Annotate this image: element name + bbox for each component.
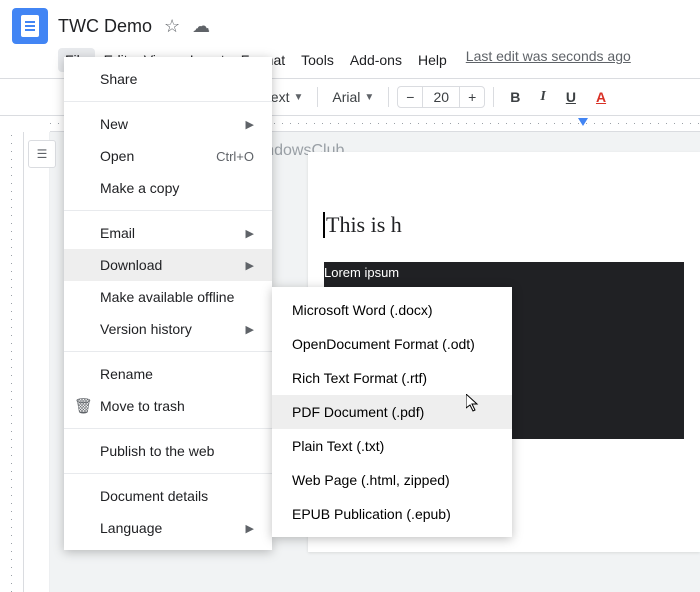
separator <box>317 87 318 107</box>
separator <box>64 473 272 474</box>
docs-logo[interactable] <box>12 8 48 44</box>
separator <box>64 101 272 102</box>
file-menu-dropdown: Share New▶ OpenCtrl+O Make a copy Email▶… <box>64 57 272 550</box>
menu-offline[interactable]: Make available offline <box>64 281 272 313</box>
font-size-increase[interactable]: + <box>460 87 484 107</box>
chevron-right-icon: ▶ <box>246 259 254 272</box>
chevron-right-icon: ▶ <box>246 227 254 240</box>
menu-document-details[interactable]: Document details <box>64 480 272 512</box>
font-size-decrease[interactable]: − <box>398 87 422 107</box>
chevron-down-icon: ▼ <box>293 92 303 103</box>
separator <box>388 87 389 107</box>
download-docx[interactable]: Microsoft Word (.docx) <box>272 293 512 327</box>
cloud-status-icon[interactable]: ☁ <box>192 16 210 37</box>
menu-email[interactable]: Email▶ <box>64 217 272 249</box>
shortcut-label: Ctrl+O <box>216 149 254 164</box>
menu-addons[interactable]: Add-ons <box>343 48 409 72</box>
menu-publish[interactable]: Publish to the web <box>64 435 272 467</box>
trash-icon: 🗑 <box>74 397 93 415</box>
download-odt[interactable]: OpenDocument Format (.odt) <box>272 327 512 361</box>
download-pdf[interactable]: PDF Document (.pdf) <box>272 395 512 429</box>
menu-rename[interactable]: Rename <box>64 358 272 390</box>
menu-open[interactable]: OpenCtrl+O <box>64 140 272 172</box>
separator <box>64 210 272 211</box>
vertical-ruler[interactable] <box>0 132 24 592</box>
download-html[interactable]: Web Page (.html, zipped) <box>272 463 512 497</box>
font-selector[interactable]: Arial ▼ <box>326 85 380 109</box>
indent-marker-icon[interactable] <box>578 118 588 128</box>
download-epub[interactable]: EPUB Publication (.epub) <box>272 497 512 531</box>
separator <box>64 428 272 429</box>
download-rtf[interactable]: Rich Text Format (.rtf) <box>272 361 512 395</box>
menu-help[interactable]: Help <box>411 48 454 72</box>
menu-download[interactable]: Download▶ <box>64 249 272 281</box>
menu-share[interactable]: Share <box>64 63 272 95</box>
menu-language[interactable]: Language▶ <box>64 512 272 544</box>
menu-make-copy[interactable]: Make a copy <box>64 172 272 204</box>
menu-trash[interactable]: 🗑Move to trash <box>64 390 272 422</box>
chevron-down-icon: ▼ <box>364 92 374 103</box>
chevron-right-icon: ▶ <box>246 522 254 535</box>
menu-tools[interactable]: Tools <box>294 48 341 72</box>
download-txt[interactable]: Plain Text (.txt) <box>272 429 512 463</box>
separator <box>64 351 272 352</box>
font-size-control: − 20 + <box>397 86 485 108</box>
document-heading[interactable]: This is h <box>323 212 684 238</box>
font-selector-label: Arial <box>332 89 360 105</box>
underline-button[interactable]: U <box>558 85 584 109</box>
bold-button[interactable]: B <box>502 85 528 109</box>
font-size-value[interactable]: 20 <box>422 87 460 107</box>
text-color-button[interactable]: A <box>588 85 614 109</box>
menu-new[interactable]: New▶ <box>64 108 272 140</box>
menu-version-history[interactable]: Version history▶ <box>64 313 272 345</box>
separator <box>493 87 494 107</box>
italic-button[interactable]: I <box>532 85 553 109</box>
chevron-right-icon: ▶ <box>246 118 254 131</box>
chevron-right-icon: ▶ <box>246 323 254 336</box>
star-icon[interactable]: ☆ <box>164 16 180 37</box>
last-edit-link[interactable]: Last edit was seconds ago <box>466 48 631 72</box>
document-title[interactable]: TWC Demo <box>58 16 152 37</box>
download-submenu: Microsoft Word (.docx) OpenDocument Form… <box>272 287 512 537</box>
